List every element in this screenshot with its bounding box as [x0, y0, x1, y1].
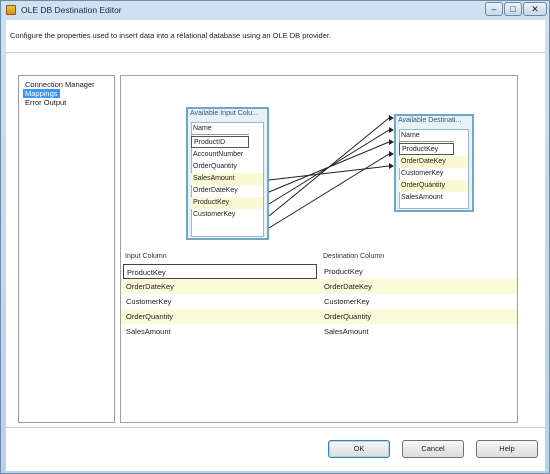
editor-window: OLE DB Destination Editor – □ ✕ Configur… — [0, 0, 550, 474]
input-column-header: Input Column — [125, 253, 167, 260]
available-input-columns-table[interactable]: Available Input Colu... Name ProductID A… — [186, 107, 269, 240]
nav-item-mappings[interactable]: Mappings — [23, 89, 60, 98]
input-table-title: Available Input Colu... — [190, 110, 258, 117]
cancel-button[interactable]: Cancel — [402, 440, 464, 458]
input-column-orderquantity[interactable]: OrderQuantity — [191, 161, 263, 173]
input-column-cell[interactable]: OrderQuantity — [123, 309, 317, 324]
nav-item-connection-manager[interactable]: Connection Manager — [23, 80, 97, 89]
input-table-header: Name — [191, 123, 249, 135]
destination-column-cell[interactable]: OrderQuantity — [321, 309, 517, 324]
mapping-grid: Input Column Destination Column ProductK… — [121, 252, 517, 422]
destination-column-cell[interactable]: OrderDateKey — [321, 279, 517, 294]
mapping-diagram: Available Input Colu... Name ProductID A… — [121, 76, 517, 248]
input-column-productkey[interactable]: ProductKey — [191, 197, 263, 209]
available-destination-columns-table[interactable]: Available Destinati... Name ProductKey O… — [394, 114, 474, 212]
mapping-row[interactable]: SalesAmount SalesAmount — [121, 324, 517, 339]
mapping-grid-header: Input Column Destination Column — [121, 252, 517, 263]
nav-item-error-output[interactable]: Error Output — [23, 98, 68, 107]
destination-column-customerkey[interactable]: CustomerKey — [399, 168, 467, 180]
mapping-row[interactable]: CustomerKey CustomerKey — [121, 294, 517, 309]
destination-table-title: Available Destinati... — [398, 117, 462, 124]
destination-table-header: Name — [399, 130, 454, 142]
help-button[interactable]: Help — [476, 440, 538, 458]
destination-column-header: Destination Column — [323, 253, 385, 260]
title-bar[interactable]: OLE DB Destination Editor – □ ✕ — [1, 1, 549, 19]
page-navigation-list: Connection Manager Mappings Error Output — [18, 75, 115, 423]
mapping-row[interactable]: ProductKey ProductKey — [121, 264, 517, 279]
input-column-cell[interactable]: SalesAmount — [123, 324, 317, 339]
window-title: OLE DB Destination Editor — [21, 5, 122, 15]
destination-column-orderquantity[interactable]: OrderQuantity — [399, 180, 467, 192]
mapping-line-orderquantity — [268, 165, 390, 181]
destination-column-cell[interactable]: CustomerKey — [321, 294, 517, 309]
input-column-accountnumber[interactable]: AccountNumber — [191, 149, 263, 161]
mapping-line-customerkey — [268, 153, 390, 229]
input-column-customerkey[interactable]: CustomerKey — [191, 209, 263, 221]
input-column-cell[interactable]: ProductKey — [123, 264, 317, 279]
input-column-productid[interactable]: ProductID — [191, 136, 249, 148]
mapping-row[interactable]: OrderDateKey OrderDateKey — [121, 279, 517, 294]
mappings-panel: Available Input Colu... Name ProductID A… — [120, 75, 518, 423]
input-column-cell[interactable]: CustomerKey — [123, 294, 317, 309]
ok-button[interactable]: OK — [328, 440, 390, 458]
app-icon — [6, 5, 16, 15]
mapping-row[interactable]: OrderQuantity OrderQuantity — [121, 309, 517, 324]
dialog-client-area: Configure the properties used to insert … — [6, 20, 545, 471]
destination-column-orderdatekey[interactable]: OrderDateKey — [399, 156, 467, 168]
footer-divider — [6, 427, 545, 428]
dialog-description: Configure the properties used to insert … — [10, 31, 332, 40]
maximize-button[interactable]: □ — [504, 2, 522, 16]
input-column-salesamount[interactable]: SalesAmount — [191, 173, 263, 185]
destination-column-cell[interactable]: ProductKey — [321, 264, 517, 279]
minimize-button[interactable]: – — [485, 2, 503, 16]
destination-column-productkey[interactable]: ProductKey — [399, 143, 454, 155]
header-divider — [6, 52, 545, 53]
input-column-cell[interactable]: OrderDateKey — [123, 279, 317, 294]
destination-column-cell[interactable]: SalesAmount — [321, 324, 517, 339]
destination-column-salesamount[interactable]: SalesAmount — [399, 192, 467, 204]
input-column-orderdatekey[interactable]: OrderDateKey — [191, 185, 263, 197]
mapping-line-productkey — [268, 117, 390, 217]
close-button[interactable]: ✕ — [523, 2, 547, 16]
